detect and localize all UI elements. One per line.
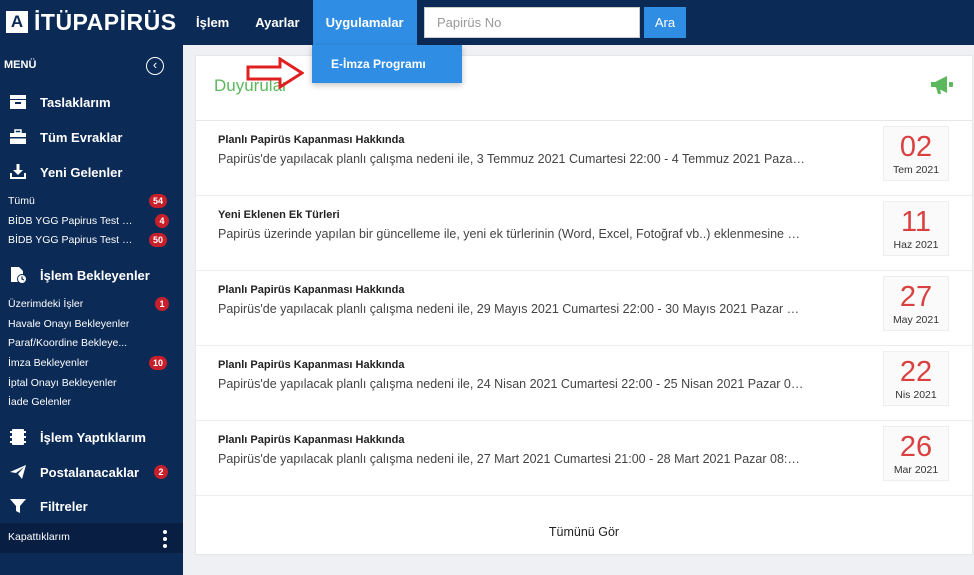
sidebar-item-label: Yeni Gelenler [40, 164, 123, 180]
sidebar-subitem-label: Üzerimdeki İşler [8, 298, 84, 310]
date-month: Tem 2021 [892, 164, 940, 176]
count-badge: 10 [149, 356, 168, 370]
announcement-body: Papirüs'de yapılacak planlı çalışma nede… [218, 452, 806, 466]
sidebar-subitem-uzerimdeki-isler[interactable]: Üzerimdeki İşler 1 [0, 295, 183, 314]
sidebar-item-label: İşlem Yaptıklarım [40, 429, 146, 445]
announcement-item[interactable]: Planlı Papirüs Kapanması Hakkında Papirü… [196, 346, 972, 421]
announcement-date: 22 Nis 2021 [883, 351, 949, 406]
sidebar-subitem-imza-bekleyenler[interactable]: İmza Bekleyenler 10 [0, 354, 183, 373]
sidebar-subitem-label: BİDB YGG Papirus Test Bi... [8, 215, 136, 227]
logo-text: İTÜPAPİRÜS [34, 8, 177, 35]
logo-mark-icon: A [6, 11, 28, 33]
date-month: May 2021 [892, 314, 940, 326]
sidebar-subitem-iptal-onayi[interactable]: İptal Onayı Bekleyenler [0, 374, 183, 393]
date-month: Mar 2021 [893, 464, 939, 476]
sidebar-item-label: Taslaklarım [40, 94, 111, 110]
sidebar-subitem-label: Tümü [8, 195, 35, 207]
more-options-icon[interactable] [163, 530, 169, 548]
count-badge: 1 [155, 297, 169, 311]
sidebar-subitem-iade-gelenler[interactable]: İade Gelenler [0, 393, 183, 412]
drafts-icon [9, 93, 27, 111]
announcement-item[interactable]: Planlı Papirüs Kapanması Hakkında Papirü… [196, 421, 972, 496]
announcement-date: 11 Haz 2021 [883, 201, 949, 256]
sidebar-subitem-label: Havale Onayı Bekleyenler [8, 318, 130, 330]
sidebar-subitem-label: İptal Onayı Bekleyenler [8, 377, 117, 389]
sidebar-subitem-bidb-test-1[interactable]: BİDB YGG Papirus Test Bi... 4 [0, 212, 183, 231]
search-button[interactable]: Ara [644, 7, 686, 38]
date-day: 22 [899, 356, 933, 388]
count-badge: 4 [155, 214, 169, 228]
count-badge: 2 [154, 465, 168, 479]
briefcase-icon [9, 128, 27, 146]
count-badge: 54 [149, 194, 168, 208]
sidebar-subitem-label: İmza Bekleyenler [8, 357, 89, 369]
sidebar-item-tum-evraklar[interactable]: Tüm Evraklar [0, 120, 183, 154]
announcement-title: Planlı Papirüs Kapanması Hakkında [218, 434, 405, 446]
inbox-download-icon [9, 163, 27, 181]
filter-icon [9, 497, 27, 515]
announcement-item[interactable]: Planlı Papirüs Kapanması Hakkında Papirü… [196, 271, 972, 346]
sidebar-subitem-label: BİDB YGG Papirus Test Bi... [8, 234, 136, 246]
see-all-link[interactable]: Tümünü Gör [196, 510, 972, 554]
announcement-date: 26 Mar 2021 [883, 426, 949, 481]
sidebar-subitem-bidb-test-2[interactable]: BİDB YGG Papirus Test Bi... 50 [0, 231, 183, 250]
announcement-body: Papirüs'de yapılacak planlı çalışma nede… [218, 377, 806, 391]
announcement-body: Papirüs'de yapılacak planlı çalışma nede… [218, 302, 806, 316]
count-badge: 50 [149, 233, 168, 247]
top-navbar: A İTÜPAPİRÜS İşlem Ayarlar Uygulamalar A… [0, 0, 974, 45]
announcement-body: Papirüs üzerinde yapılan bir güncelleme … [218, 227, 806, 241]
sidebar-subitem-havale-onayi[interactable]: Havale Onayı Bekleyenler [0, 315, 183, 334]
sidebar-item-islem-yaptiklarim[interactable]: İşlem Yaptıklarım [0, 420, 183, 454]
sidebar-item-label: Filtreler [40, 498, 88, 514]
sidebar: MENÜ ‹ Taslaklarım Tüm Evraklar Yeni Gel… [0, 45, 183, 575]
megaphone-icon [931, 76, 953, 94]
sidebar-item-taslaklarim[interactable]: Taslaklarım [0, 85, 183, 119]
sidebar-subitem-label: İade Gelenler [8, 396, 72, 408]
sidebar-item-label: Tüm Evraklar [40, 129, 123, 145]
e-imza-program-menu-item[interactable]: E-İmza Programı [312, 45, 462, 83]
collapse-sidebar-icon[interactable]: ‹ [146, 57, 164, 75]
sidebar-item-label: İşlem Bekleyenler [40, 267, 150, 283]
announcement-title: Planlı Papirüs Kapanması Hakkında [218, 284, 405, 296]
paper-plane-icon [9, 463, 27, 481]
announcements-panel: Duyurular Planlı Papirüs Kapanması Hakkı… [195, 55, 973, 555]
date-day: 02 [899, 131, 933, 163]
uygulamalar-dropdown: E-İmza Programı [312, 45, 462, 83]
announcement-date: 27 May 2021 [883, 276, 949, 331]
menu-heading: MENÜ [4, 59, 37, 71]
date-day: 11 [900, 206, 932, 238]
main-nav: İşlem Ayarlar Uygulamalar [183, 0, 417, 45]
announcement-title: Yeni Eklenen Ek Türleri [218, 209, 340, 221]
nav-islem[interactable]: İşlem [183, 0, 242, 45]
archive-icon [9, 428, 27, 446]
app-logo[interactable]: A İTÜPAPİRÜS [6, 8, 177, 36]
sidebar-subitem-paraf-koordine[interactable]: Paraf/Koordine Bekleye... [0, 334, 183, 353]
papirus-no-search-input[interactable] [424, 7, 640, 38]
date-month: Haz 2021 [893, 239, 939, 251]
date-month: Nis 2021 [895, 389, 937, 401]
announcement-title: Planlı Papirüs Kapanması Hakkında [218, 134, 405, 146]
announcement-item[interactable]: Yeni Eklenen Ek Türleri Papirüs üzerinde… [196, 196, 972, 271]
sidebar-item-postalanacaklar[interactable]: Postalanacaklar 2 [0, 455, 183, 489]
sidebar-item-filtreler[interactable]: Filtreler [0, 489, 183, 523]
announcement-body: Papirüs'de yapılacak planlı çalışma nede… [218, 152, 806, 166]
sidebar-item-yeni-gelenler[interactable]: Yeni Gelenler [0, 155, 183, 189]
sidebar-item-label: Kapattıklarım [8, 531, 70, 543]
pending-file-icon [9, 266, 27, 284]
announcement-date: 02 Tem 2021 [883, 126, 949, 181]
red-arrow-icon [246, 57, 304, 89]
date-day: 27 [899, 281, 933, 313]
date-day: 26 [899, 431, 933, 463]
sidebar-subitem-label: Paraf/Koordine Bekleye... [8, 337, 128, 349]
nav-ayarlar[interactable]: Ayarlar [242, 0, 312, 45]
announcement-title: Planlı Papirüs Kapanması Hakkında [218, 359, 405, 371]
sidebar-item-kapattiklarim[interactable]: Kapattıklarım [0, 523, 183, 553]
sidebar-item-label: Postalanacaklar [40, 464, 140, 480]
sidebar-subitem-tumu[interactable]: Tümü 54 [0, 192, 183, 211]
nav-uygulamalar[interactable]: Uygulamalar [312, 0, 417, 45]
sidebar-item-islem-bekleyenler[interactable]: İşlem Bekleyenler [0, 258, 183, 292]
announcement-item[interactable]: Planlı Papirüs Kapanması Hakkında Papirü… [196, 121, 972, 196]
